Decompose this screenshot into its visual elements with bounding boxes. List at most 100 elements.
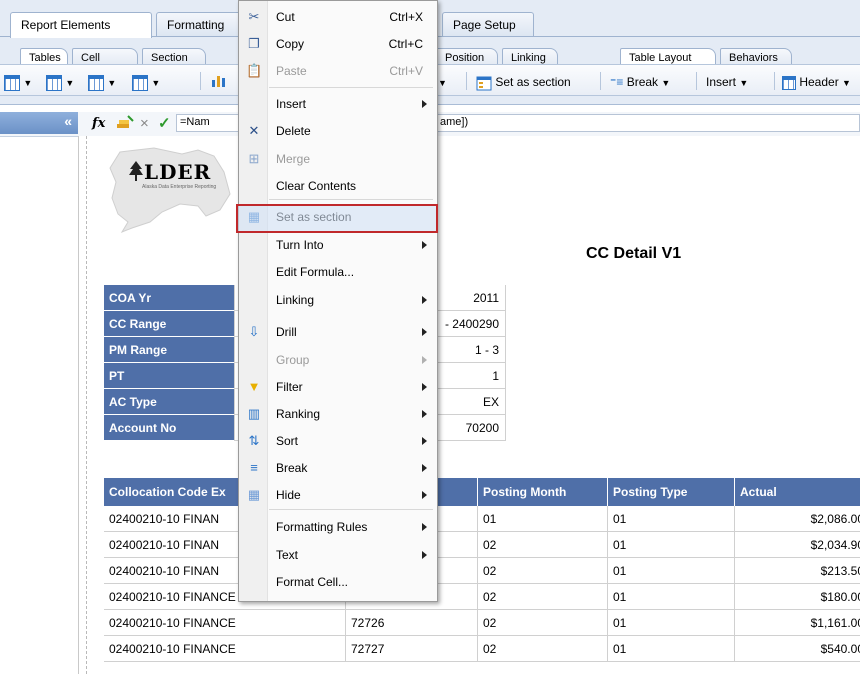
toolbar-separator	[696, 72, 697, 90]
submenu-arrow-icon	[422, 383, 427, 391]
menu-item-delete[interactable]: ✕ Delete	[239, 118, 437, 144]
header-label: Header	[799, 75, 839, 89]
break-button[interactable]: ⁼≡ Break ▼	[610, 72, 670, 92]
vertical-table-button[interactable]: ▼	[4, 72, 32, 92]
menu-item-group[interactable]: Group	[239, 347, 437, 373]
context-menu: ✂ Cut Ctrl+X ❐ Copy Ctrl+C 📋 Paste Ctrl+V Insert ✕…	[238, 0, 438, 602]
menu-item-formatting-rules[interactable]: Formatting Rules	[239, 514, 437, 540]
param-label[interactable]: COA Yr	[104, 285, 234, 311]
menu-item-turn-into[interactable]: Turn Into	[239, 232, 437, 258]
menu-item-hide[interactable]: ▦ Hide	[239, 482, 437, 508]
accept-formula-icon[interactable]: ✓	[158, 114, 171, 132]
tab-report-elements[interactable]: Report Elements	[10, 12, 152, 38]
menu-item-label: Linking	[276, 293, 315, 307]
menu-item-break[interactable]: ≡ Break	[239, 455, 437, 481]
submenu-arrow-icon	[422, 523, 427, 531]
table-cell[interactable]: 02	[478, 636, 608, 662]
param-label[interactable]: CC Range	[104, 311, 234, 337]
menu-item-sort[interactable]: ⇅ Sort	[239, 428, 437, 454]
table-cell[interactable]: $540.00	[735, 636, 860, 662]
menu-item-format-cell[interactable]: Format Cell...	[239, 569, 437, 595]
variable-editor-icon[interactable]	[116, 115, 134, 131]
table-cell[interactable]: 02400210-10 FINANCE	[104, 636, 346, 662]
menu-item-label: Filter	[276, 380, 303, 394]
form-icon	[132, 74, 148, 91]
menu-item-text[interactable]: Text	[239, 542, 437, 568]
menu-item-insert[interactable]: Insert	[239, 91, 437, 117]
logo-subtext: Alaska Data Enterprise Reporting	[142, 184, 217, 190]
logo-text: LDER	[144, 160, 212, 184]
tab-formatting[interactable]: Formatting	[156, 12, 242, 36]
param-label[interactable]: AC Type	[104, 389, 234, 415]
param-label[interactable]: Account No	[104, 415, 234, 441]
table-cell[interactable]: $180.00	[735, 584, 860, 610]
table-cell[interactable]: 01	[478, 506, 608, 532]
column-header[interactable]: Posting Type	[608, 478, 735, 506]
report-title: CC Detail V1	[586, 245, 682, 262]
table-cell[interactable]: $1,161.00	[735, 610, 860, 636]
menu-item-copy[interactable]: ❐ Copy Ctrl+C	[239, 31, 437, 57]
table-cell[interactable]: 02	[478, 558, 608, 584]
table-icon	[4, 74, 20, 91]
drill-icon: ⇩	[248, 324, 260, 339]
horizontal-table-button[interactable]: ▼	[46, 72, 74, 92]
table-cell[interactable]: 02	[478, 584, 608, 610]
table-cell[interactable]: 01	[608, 532, 735, 558]
menu-item-edit-formula[interactable]: Edit Formula...	[239, 259, 437, 285]
crosstab-button[interactable]: ▼	[88, 72, 116, 92]
menu-item-filter[interactable]: ▼ Filter	[239, 374, 437, 400]
menu-item-drill[interactable]: ⇩ Drill	[239, 319, 437, 345]
column-header[interactable]: Actual	[735, 478, 860, 506]
break-label: Break	[626, 75, 659, 89]
chevron-down-icon: ▼	[107, 78, 117, 88]
table-cell[interactable]: 72727	[346, 636, 478, 662]
set-as-section-button[interactable]: Set as section	[476, 72, 571, 92]
submenu-arrow-icon	[422, 491, 427, 499]
menu-item-label: Drill	[276, 325, 297, 339]
menu-item-ranking[interactable]: ▥ Ranking	[239, 401, 437, 427]
insert-button[interactable]: Insert ▼	[706, 72, 748, 92]
menu-item-paste[interactable]: 📋 Paste Ctrl+V	[239, 58, 437, 84]
menu-item-label: Cut	[276, 10, 295, 24]
table-cell[interactable]: 01	[608, 506, 735, 532]
collapse-panel-button[interactable]: «	[0, 112, 78, 134]
menu-item-clear-contents[interactable]: Clear Contents	[239, 173, 437, 199]
table-cell[interactable]: 01	[608, 584, 735, 610]
table-cell[interactable]: 02	[478, 532, 608, 558]
table-cell[interactable]: 02400210-10 FINANCE	[104, 610, 346, 636]
param-label[interactable]: PM Range	[104, 337, 234, 363]
table-cell[interactable]: 01	[608, 558, 735, 584]
bar-chart-icon	[212, 76, 225, 87]
chart-button[interactable]	[210, 72, 226, 92]
paste-icon: 📋	[246, 63, 263, 78]
column-header[interactable]: Posting Month	[478, 478, 608, 506]
set-as-section-label: Set as section	[495, 75, 571, 89]
menu-item-label: Formatting Rules	[276, 520, 368, 534]
table-cell[interactable]: 01	[608, 610, 735, 636]
tab-page-setup[interactable]: Page Setup	[442, 12, 534, 36]
form-button[interactable]: ▼	[132, 72, 160, 92]
break-icon: ≡	[250, 460, 258, 475]
menu-item-label: Format Cell...	[276, 575, 349, 589]
menu-item-cut[interactable]: ✂ Cut Ctrl+X	[239, 4, 437, 30]
table-cell[interactable]: 02	[478, 610, 608, 636]
param-label[interactable]: PT	[104, 363, 234, 389]
table-cell[interactable]: 72726	[346, 610, 478, 636]
table-cell[interactable]: $2,034.90	[735, 532, 860, 558]
submenu-arrow-icon	[422, 437, 427, 445]
menu-item-merge[interactable]: ⊞ Merge	[239, 146, 437, 172]
fx-icon[interactable]: fx	[92, 116, 105, 131]
group-dropdown-button[interactable]: ▼	[438, 72, 447, 92]
menu-separator	[269, 87, 433, 88]
formula-text-tail: ame])	[440, 116, 469, 128]
menu-item-linking[interactable]: Linking	[239, 287, 437, 313]
header-button[interactable]: Header ▼	[782, 72, 851, 92]
table-cell[interactable]: $213.50	[735, 558, 860, 584]
menu-item-label: Sort	[276, 434, 299, 448]
table-cell[interactable]: 01	[608, 636, 735, 662]
menu-separator	[269, 199, 433, 200]
header-icon	[782, 75, 796, 90]
table-cell[interactable]: $2,086.00	[735, 506, 860, 532]
cancel-formula-icon[interactable]: ×	[140, 115, 149, 132]
menu-shortcut: Ctrl+C	[388, 37, 423, 51]
